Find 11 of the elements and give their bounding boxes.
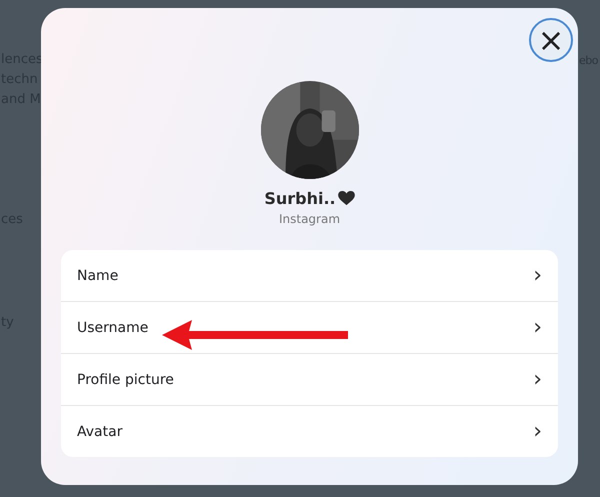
menu-item[interactable]: Avatar › [61, 406, 558, 457]
close-button[interactable]: × [529, 18, 573, 62]
chevron-icon: › [533, 264, 542, 286]
menu-item[interactable]: Name › [61, 250, 558, 302]
heart-icon [338, 191, 355, 206]
profile-name: Surbhi.. [264, 189, 336, 208]
chevron-icon: › [533, 368, 542, 390]
menu-item[interactable]: Profile picture › [61, 354, 558, 406]
platform-label: Instagram [278, 212, 340, 226]
chevron-icon: › [533, 420, 542, 442]
chevron-icon: › [533, 316, 542, 338]
